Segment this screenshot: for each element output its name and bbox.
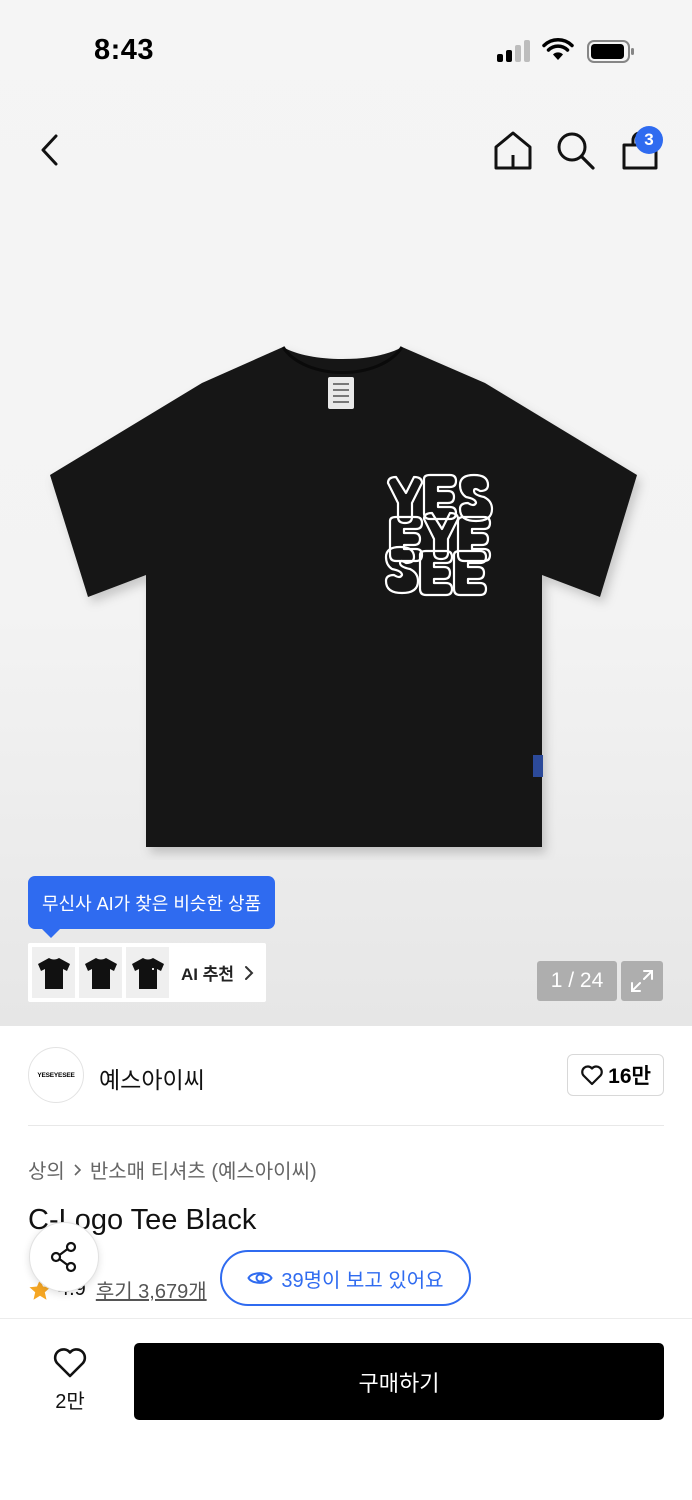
ai-recommendation-button[interactable]: AI 추천 <box>28 943 266 1002</box>
battery-icon <box>587 40 634 63</box>
viewers-text: 39명이 보고 있어요 <box>281 1269 444 1292</box>
divider <box>28 1125 664 1126</box>
chevron-right-icon <box>74 1163 81 1176</box>
status-time: 8:43 <box>94 34 155 66</box>
product-image[interactable] <box>40 335 650 860</box>
brand-name[interactable]: 예스아이씨 <box>99 1061 205 1095</box>
eye-icon <box>247 1272 274 1284</box>
breadcrumb-subcategory[interactable]: 반소매 티셔츠 (예스아이씨) <box>90 1155 317 1184</box>
home-icon[interactable] <box>491 128 535 172</box>
heart-icon <box>53 1348 87 1378</box>
viewers-indicator: 39명이 보고 있어요 <box>220 1250 471 1306</box>
expand-image-button[interactable] <box>621 961 663 1001</box>
heart-icon <box>581 1065 603 1086</box>
expand-icon <box>631 970 653 992</box>
top-nav <box>0 118 692 182</box>
ai-thumbnail[interactable] <box>32 947 75 998</box>
brand-like-button[interactable]: 16만 <box>567 1054 664 1096</box>
breadcrumb-category[interactable]: 상의 <box>28 1155 65 1184</box>
chevron-right-icon <box>245 965 254 980</box>
back-icon[interactable] <box>32 130 70 170</box>
ai-tooltip: 무신사 AI가 찾은 비슷한 상품 <box>28 876 276 938</box>
wishlist-button[interactable]: 2만 <box>36 1347 104 1417</box>
review-count-link[interactable]: 후기 3,679개 <box>96 1275 207 1304</box>
share-icon <box>50 1241 77 1273</box>
search-icon[interactable] <box>555 130 597 172</box>
breadcrumb: 상의 반소매 티셔츠 (예스아이씨) <box>28 1155 317 1184</box>
cellular-signal-icon <box>497 40 533 62</box>
ai-recommendation-label: AI 추천 <box>181 965 235 984</box>
buy-button[interactable]: 구매하기 <box>134 1343 664 1420</box>
ai-thumbnail[interactable] <box>79 947 122 998</box>
product-gallery[interactable]: 8:43 3 무신사 AI가 찾은 비슷한 상품 AI 추천 1 / 24 <box>0 0 692 1026</box>
share-button[interactable] <box>29 1222 99 1292</box>
bottom-action-bar: 2만 구매하기 <box>0 1318 692 1500</box>
brand-row[interactable]: YESEYESEE 예스아이씨 16만 <box>28 1047 664 1105</box>
wifi-icon <box>542 38 574 60</box>
wishlist-count: 2만 <box>55 1391 85 1413</box>
ai-thumbnail[interactable] <box>126 947 169 998</box>
image-page-counter: 1 / 24 <box>537 961 617 1001</box>
status-bar: 8:43 <box>0 0 692 100</box>
cart-count-badge: 3 <box>635 126 663 154</box>
brand-like-count: 16만 <box>608 1065 651 1088</box>
brand-logo[interactable]: YESEYESEE <box>28 1047 84 1103</box>
